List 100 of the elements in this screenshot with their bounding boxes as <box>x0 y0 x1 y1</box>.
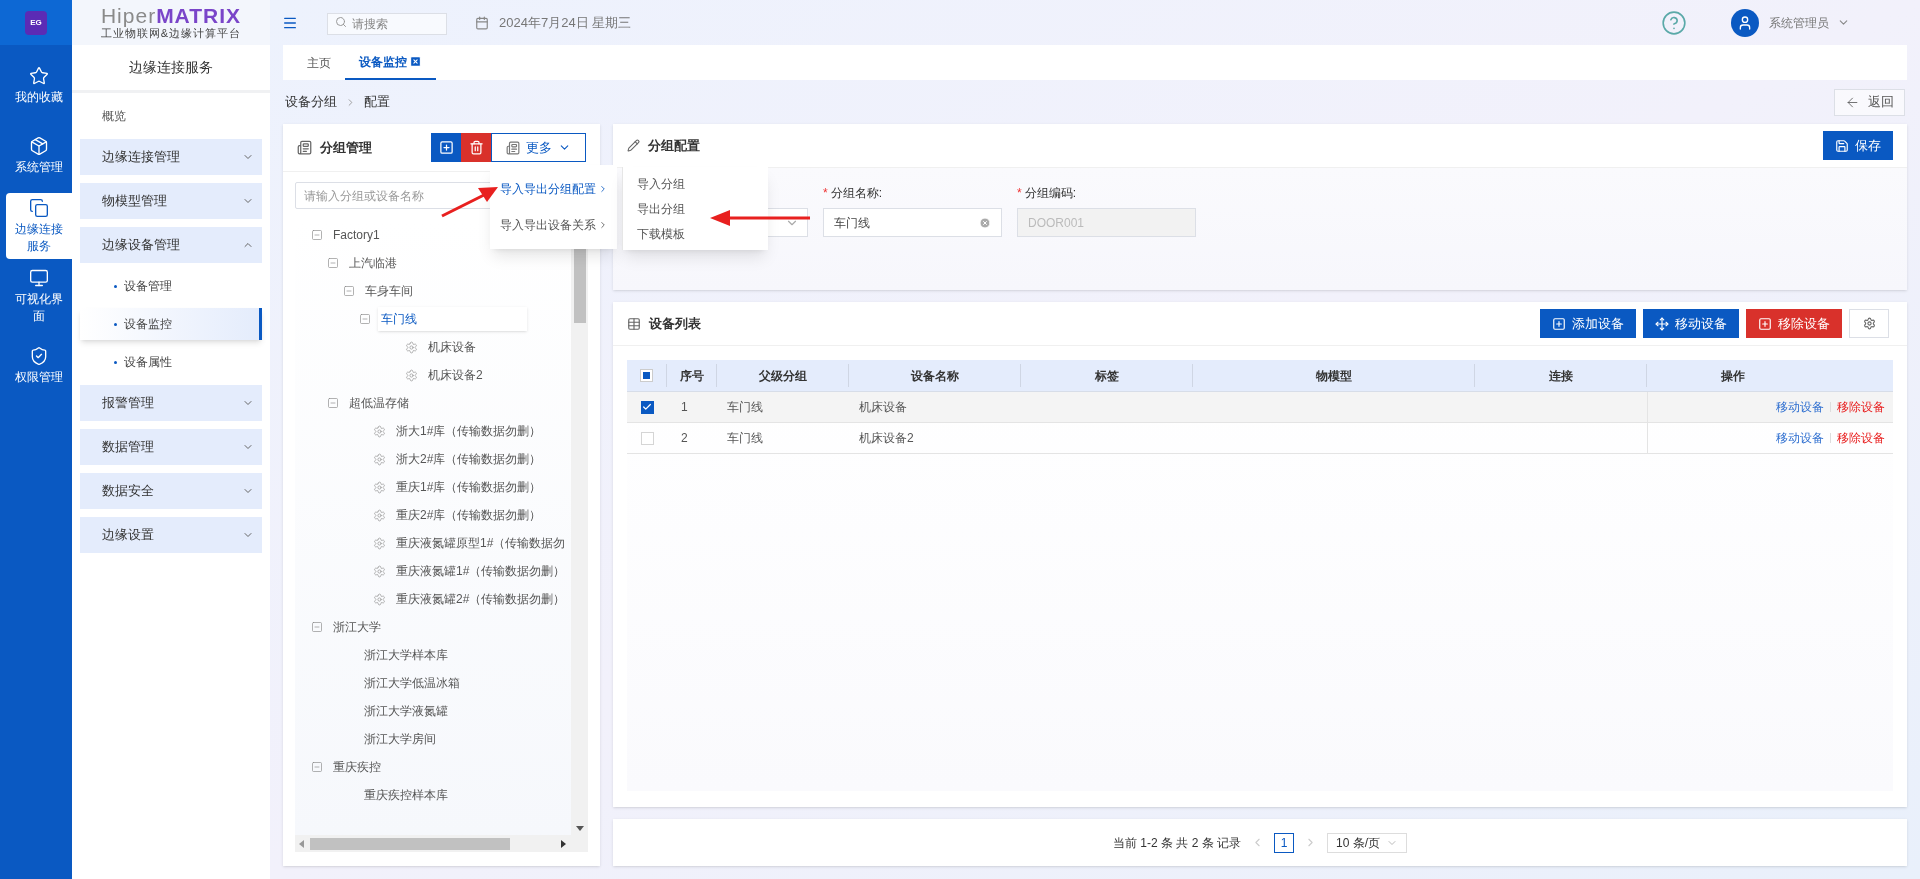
tree-node[interactable]: 重庆液氮罐2#（传输数据勿删） <box>393 587 569 611</box>
rail-nav-item[interactable]: 系统管理 <box>6 123 72 189</box>
trash-icon <box>468 140 484 155</box>
submenu-item[interactable]: 下载模板 <box>623 221 768 246</box>
scrollbar-thumb[interactable] <box>310 837 510 850</box>
tree-node[interactable]: 重庆液氮罐1#（传输数据勿删） <box>393 559 569 583</box>
collapse-icon[interactable] <box>343 285 355 297</box>
add-button[interactable] <box>431 133 461 162</box>
sidebar-group[interactable]: 边缘设置 <box>80 517 262 553</box>
rail-nav-item[interactable]: 可视化界面 <box>6 263 72 329</box>
tree-node[interactable]: 重庆液氮罐原型1#（传输数据勿 <box>393 531 569 555</box>
table-cell-text: 机床设备2 <box>859 430 914 447</box>
select-all-checkbox[interactable] <box>640 369 653 382</box>
row-checkbox[interactable] <box>640 400 654 414</box>
row-action-link[interactable]: 移动设备 <box>1776 398 1824 416</box>
sidebar-subitem[interactable]: 设备属性 <box>80 346 262 378</box>
column-header: 序号 <box>667 364 717 387</box>
menu-item[interactable]: 导入导出设备关系 <box>490 207 617 243</box>
tree-node[interactable]: 浙大2#库（传输数据勿删） <box>393 447 545 471</box>
breadcrumb-item: 配置 <box>364 93 390 112</box>
collapse-icon[interactable] <box>327 397 339 409</box>
tree-node[interactable]: Factory1 <box>330 223 383 247</box>
help-icon[interactable] <box>1661 9 1687 36</box>
panel-title: 设备列表 <box>649 314 701 333</box>
rail-nav-item[interactable]: 权限管理 <box>6 333 72 399</box>
tree-node[interactable]: 浙江大学低温冰箱 <box>361 671 463 695</box>
more-button[interactable]: 更多 <box>491 133 586 162</box>
collapse-icon[interactable] <box>311 229 323 241</box>
row-action-link[interactable]: 移动设备 <box>1776 429 1824 447</box>
horizontal-scrollbar[interactable] <box>295 835 588 852</box>
tree-node[interactable]: 浙江大学房间 <box>361 727 439 751</box>
tree-node[interactable]: 超低温存储 <box>346 391 412 415</box>
date-text: 2024年7月24日 星期三 <box>499 13 632 32</box>
rail-nav-item[interactable]: 我的收藏 <box>6 53 72 119</box>
gear-icon <box>373 424 386 438</box>
collapse-icon[interactable] <box>311 621 323 633</box>
tree-node[interactable]: 车身车间 <box>362 279 416 303</box>
sidebar-title: 边缘连接服务 <box>128 58 214 77</box>
clear-icon[interactable] <box>979 216 991 229</box>
gear-icon <box>373 480 386 494</box>
sidebar-group[interactable]: 边缘设备管理 <box>80 227 262 263</box>
search-field[interactable]: 请搜索 <box>327 12 447 35</box>
sidebar-group[interactable]: 数据安全 <box>80 473 262 509</box>
tree-node[interactable]: 机床设备 <box>425 335 479 359</box>
tree-node[interactable]: 重庆疾控样本库 <box>361 783 451 807</box>
sidebar-subitem[interactable]: 设备管理 <box>80 270 262 302</box>
sidebar-group[interactable]: 报警管理 <box>80 385 262 421</box>
collapse-icon[interactable] <box>327 257 339 269</box>
toolbar-button[interactable]: 添加设备 <box>1540 309 1636 338</box>
tree-node[interactable]: 机床设备2 <box>425 363 486 387</box>
tree-node[interactable]: 浙江大学 <box>330 615 384 639</box>
submenu-item[interactable]: 导入分组 <box>623 171 768 196</box>
page-number[interactable]: 1 <box>1274 832 1294 853</box>
scroll-right-icon[interactable] <box>561 839 566 848</box>
save-button[interactable]: 保存 <box>1823 131 1893 160</box>
row-action-link[interactable]: 移除设备 <box>1837 429 1885 447</box>
tree-node[interactable]: 浙江大学液氮罐 <box>361 699 451 723</box>
toolbar-button[interactable]: 移动设备 <box>1643 309 1739 338</box>
settings-icon <box>1862 317 1876 330</box>
table-cell-text: 车门线 <box>727 430 763 447</box>
column-header: 标签 <box>1021 364 1193 387</box>
close-icon[interactable] <box>409 55 422 68</box>
tree-node[interactable]: 浙江大学样本库 <box>361 643 451 667</box>
scroll-left-icon[interactable] <box>299 839 304 848</box>
sidebar-group[interactable]: 物模型管理 <box>80 183 262 219</box>
tree-node[interactable]: 重庆1#库（传输数据勿删） <box>393 475 545 499</box>
tree-node[interactable]: 车门线 <box>378 307 527 331</box>
user-name[interactable]: 系统管理员 <box>1769 13 1829 32</box>
gear-icon <box>405 340 418 354</box>
tree-node[interactable]: 上汽临港 <box>346 251 400 275</box>
scroll-down-icon[interactable] <box>575 826 584 831</box>
avatar[interactable] <box>1731 8 1759 37</box>
row-action-link[interactable]: 移除设备 <box>1837 398 1885 416</box>
tree-node[interactable]: 重庆疾控 <box>330 755 384 779</box>
button-icon <box>1552 316 1566 331</box>
sidebar-group[interactable]: 边缘连接管理 <box>80 139 262 175</box>
settings-button[interactable] <box>1849 309 1889 338</box>
gear-icon <box>373 452 386 466</box>
sidebar-subitem[interactable]: 设备监控 <box>80 308 262 340</box>
field-label: 分组名称: <box>830 185 882 202</box>
collapse-icon[interactable] <box>359 313 371 325</box>
submenu-item[interactable]: 导出分组 <box>623 196 768 221</box>
delete-button[interactable] <box>461 133 491 162</box>
page-tab[interactable]: 主页 <box>293 45 345 80</box>
tree-node[interactable]: 重庆2#库（传输数据勿删） <box>393 503 545 527</box>
sidebar-link[interactable]: 概览 <box>80 97 262 135</box>
toolbar-button[interactable]: 移除设备 <box>1746 309 1842 338</box>
back-button[interactable]: 返回 <box>1834 88 1905 116</box>
tree-node[interactable]: 浙大1#库（传输数据勿删） <box>393 419 545 443</box>
rail-nav-item[interactable]: 边缘连接服务 <box>6 193 72 259</box>
column-header: 父级分组 <box>717 364 849 387</box>
button-icon <box>1758 316 1772 331</box>
input-field[interactable]: 车门线 <box>823 208 1002 237</box>
table-icon <box>627 316 641 331</box>
collapse-icon[interactable] <box>311 761 323 773</box>
breadcrumb-item[interactable]: 设备分组 <box>285 92 337 112</box>
page-size-select[interactable]: 10 条/页 <box>1327 832 1407 853</box>
page-tab[interactable]: 设备监控 <box>345 45 436 80</box>
sidebar-group[interactable]: 数据管理 <box>80 429 262 465</box>
rail-icon <box>29 66 49 86</box>
